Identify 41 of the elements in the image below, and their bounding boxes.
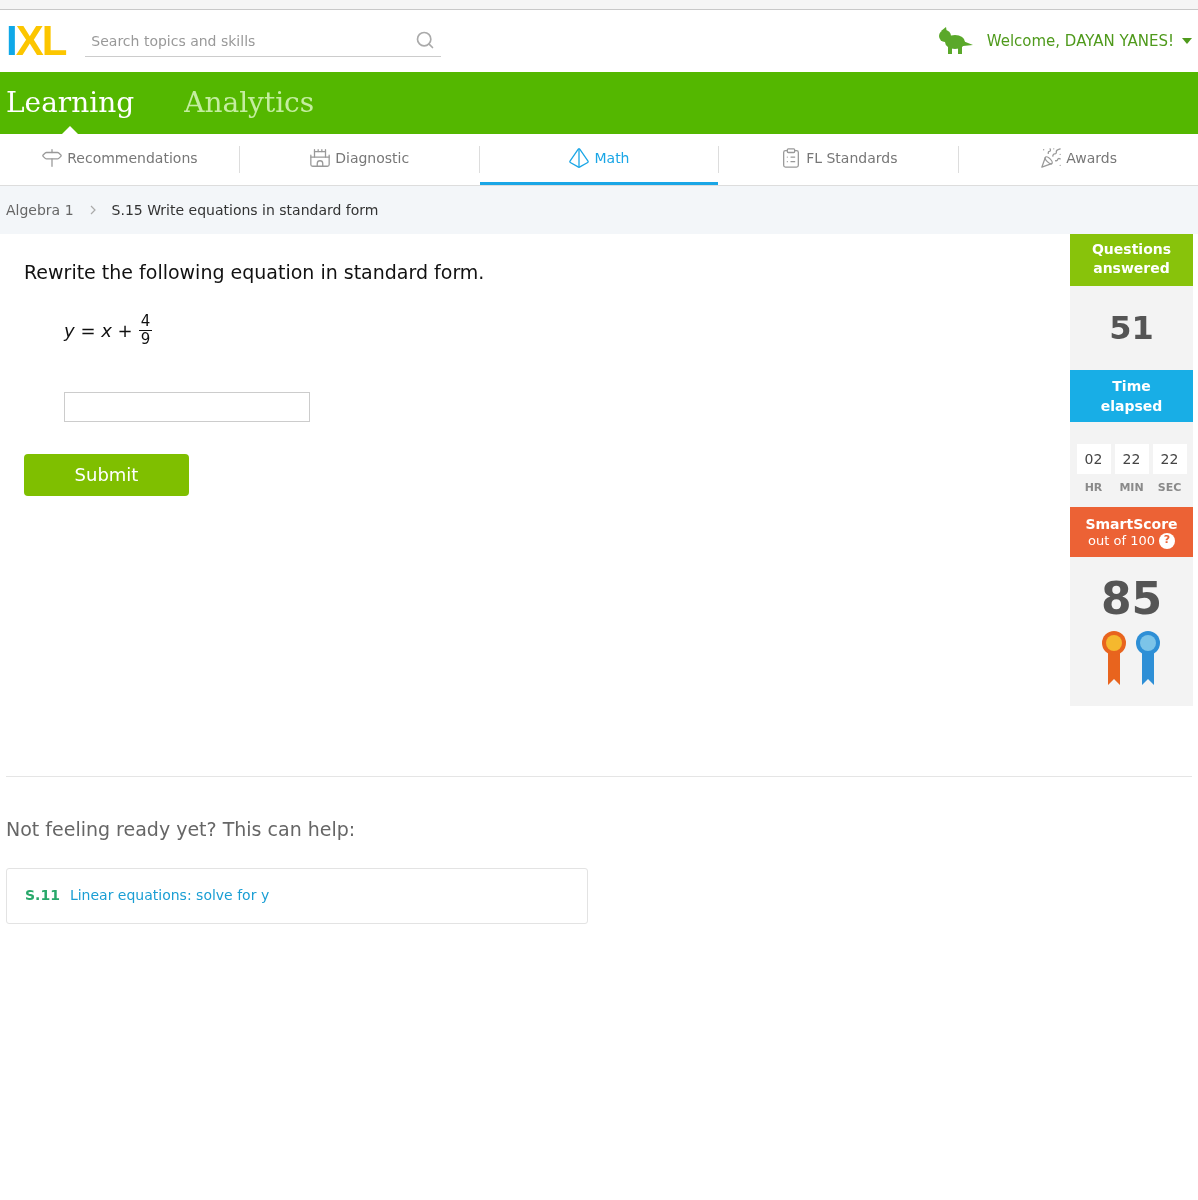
nav-tab[interactable]: Awards: [959, 134, 1198, 185]
nav-tab[interactable]: Diagnostic: [239, 134, 479, 185]
nav-tab[interactable]: FL Standards: [719, 134, 959, 185]
timer-unit: MIN: [1119, 480, 1144, 496]
fraction: 4 9: [138, 312, 153, 348]
answer-field[interactable]: [64, 391, 310, 422]
user-menu[interactable]: Welcome, DAYAN YANES!: [986, 29, 1192, 53]
chevron-icon: [89, 205, 96, 215]
questions-answered-count: 51: [1108, 308, 1155, 349]
smartscore-title: SmartScore: [1085, 514, 1178, 533]
timer-unit: HR: [1084, 480, 1103, 496]
section-tab[interactable]: Learning: [6, 72, 135, 134]
timer-value: 22: [1152, 444, 1187, 474]
breadcrumb-link[interactable]: S.15 Write equations in standard form: [111, 199, 379, 221]
signpost-icon: [41, 147, 64, 169]
skill-name: Linear equations: solve for y: [69, 886, 270, 905]
timer-value: 22: [1114, 444, 1149, 474]
pyramid-icon: [568, 147, 591, 169]
questions-answered-header: Questions answered: [1070, 234, 1193, 286]
logo-letter[interactable]: I: [6, 20, 16, 62]
smartscore-subtitle: out of 100: [1088, 532, 1155, 549]
skill-link[interactable]: S.11 Linear equations: solve for y: [6, 867, 588, 924]
search-field[interactable]: Search topics and skills: [85, 25, 442, 57]
help-icon[interactable]: ?: [1158, 532, 1175, 549]
question-prompt: Rewrite the following equation in standard form.: [24, 260, 486, 285]
timer-unit: SEC: [1157, 480, 1182, 496]
skill-code: S.11: [25, 886, 60, 905]
submit-button[interactable]: Submit: [24, 453, 189, 496]
nav-tab[interactable]: Recommendations: [0, 134, 239, 185]
equation-text: y = x +: [64, 318, 133, 343]
search-icon[interactable]: [415, 30, 436, 50]
party-icon: [1040, 147, 1063, 169]
time-elapsed-header: Time elapsed: [1070, 370, 1193, 422]
castle-icon: [309, 147, 332, 169]
breadcrumb-link[interactable]: Algebra 1: [6, 199, 74, 221]
timer-value: 02: [1076, 444, 1111, 474]
section-tab[interactable]: Analytics: [184, 72, 315, 134]
help-title: Not feeling ready yet? This can help:: [5, 817, 357, 842]
caret-icon: [1182, 38, 1192, 44]
smartscore-value: 85: [1099, 572, 1164, 625]
dinosaur-icon: [936, 27, 973, 55]
